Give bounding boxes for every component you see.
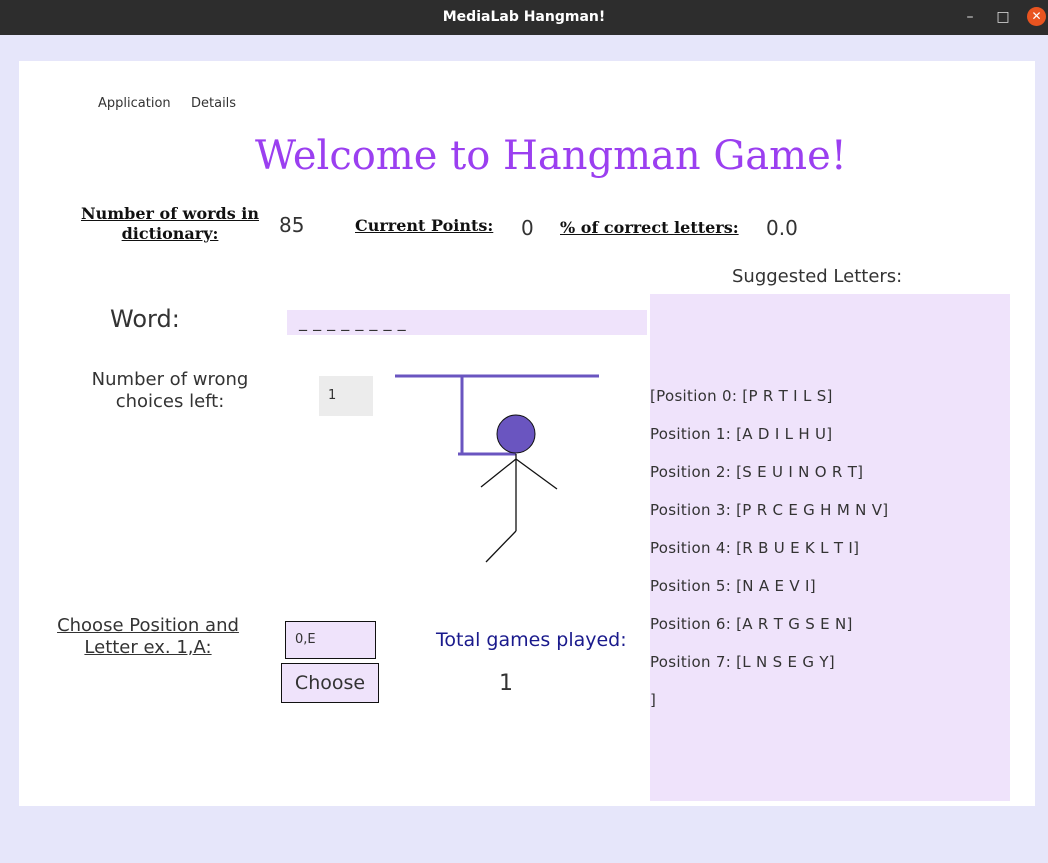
- correct-letters-value: 0.0: [766, 216, 798, 240]
- suggested-line-7: Position 7: [L N S E G Y]: [650, 653, 835, 671]
- words-count-value: 85: [279, 213, 305, 237]
- current-points-label: Current Points:: [355, 216, 494, 235]
- choose-position-label-line2: Letter ex. 1,A:: [84, 637, 212, 658]
- suggested-letters-label: Suggested Letters:: [732, 266, 903, 287]
- window-title: MediaLab Hangman!: [442, 9, 606, 25]
- word-display: _ _ _ _ _ _ _ _: [287, 310, 647, 335]
- suggested-line-0: [Position 0: [P R T I L S]: [650, 387, 833, 405]
- current-points-value: 0: [521, 216, 534, 240]
- position-letter-input[interactable]: 0,E: [285, 621, 376, 659]
- hangman-left-leg: [485, 530, 517, 563]
- choose-position-label-line1: Choose Position and: [57, 615, 239, 636]
- wrong-choices-value: 1: [319, 376, 373, 416]
- maximize-icon[interactable]: □: [993, 7, 1013, 27]
- hangman-right-arm: [515, 458, 558, 490]
- close-icon[interactable]: ✕: [1027, 7, 1046, 26]
- menu-application[interactable]: Application: [98, 96, 171, 111]
- menu-details[interactable]: Details: [191, 96, 236, 111]
- suggested-line-8: ]: [650, 691, 657, 709]
- wrong-choices-label: Number of wrong choices left:: [74, 369, 266, 413]
- suggested-line-4: Position 4: [R B U E K L T I]: [650, 539, 860, 557]
- total-games-label: Total games played:: [436, 629, 627, 651]
- page-title: Welcome to Hangman Game!: [255, 133, 847, 179]
- wrong-choices-label-line2: choices left:: [115, 391, 225, 412]
- hangman-left-arm: [480, 458, 517, 488]
- suggested-line-5: Position 5: [N A E V I]: [650, 577, 816, 595]
- suggested-line-2: Position 2: [S E U I N O R T]: [650, 463, 864, 481]
- suggested-line-6: Position 6: [A R T G S E N]: [650, 615, 853, 633]
- wrong-choices-label-line1: Number of wrong: [91, 369, 249, 390]
- suggested-line-3: Position 3: [P R C E G H M N V]: [650, 501, 889, 519]
- total-games-value: 1: [499, 671, 513, 696]
- word-label: Word:: [110, 305, 180, 333]
- title-bar: MediaLab Hangman! – □ ✕: [0, 0, 1048, 35]
- choose-button[interactable]: Choose: [281, 663, 379, 703]
- words-count-label-line1: Number of words in: [80, 204, 260, 223]
- choose-position-label: Choose Position and Letter ex. 1,A:: [44, 615, 252, 659]
- minimize-icon[interactable]: –: [960, 7, 980, 27]
- hangman-drawing: [395, 374, 599, 563]
- words-count-label-line2: dictionary:: [121, 224, 219, 243]
- hangman-head: [496, 414, 536, 454]
- words-count-label: Number of words in dictionary:: [79, 204, 261, 244]
- suggested-line-1: Position 1: [A D I L H U]: [650, 425, 833, 443]
- suggested-letters-panel: [Position 0: [P R T I L S] Position 1: […: [650, 294, 1010, 801]
- main-panel: Application Details Welcome to Hangman G…: [19, 61, 1035, 806]
- correct-letters-label: % of correct letters:: [560, 218, 739, 237]
